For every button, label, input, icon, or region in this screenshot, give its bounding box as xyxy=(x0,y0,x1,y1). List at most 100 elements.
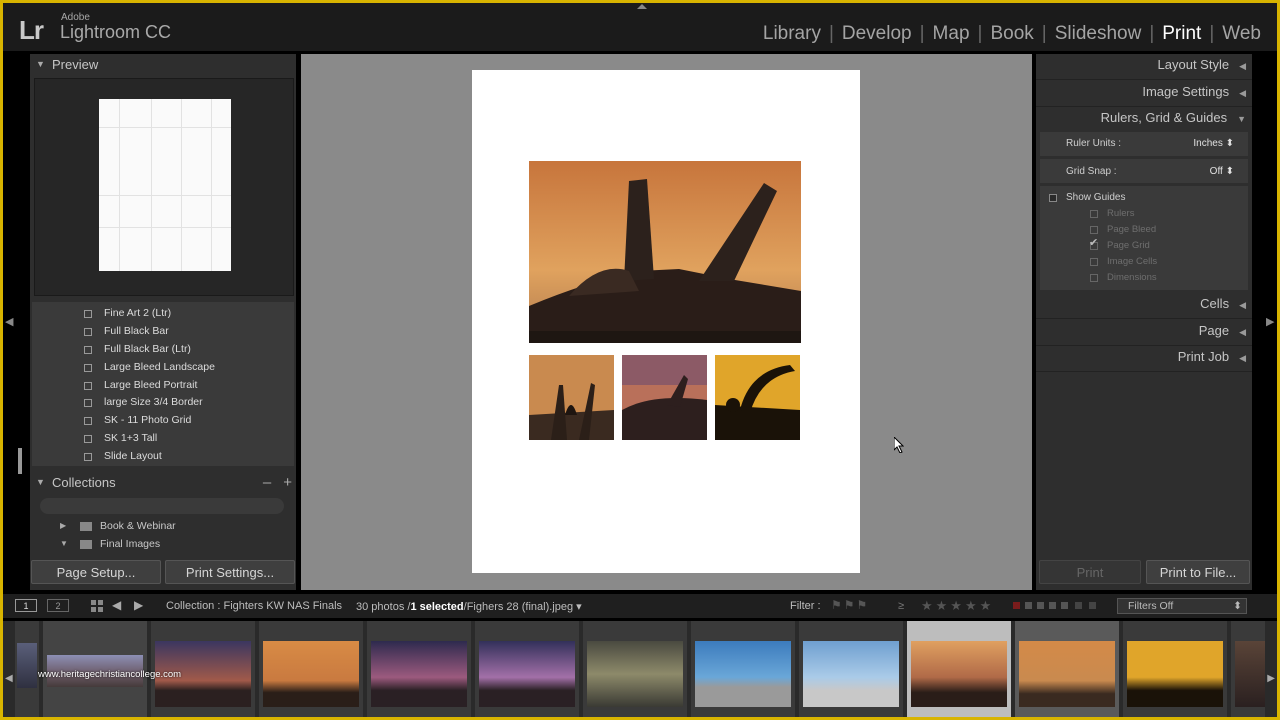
grid-snap-select[interactable]: Off ⬍ xyxy=(1210,166,1234,177)
collections-panel-header[interactable]: ▼ Collections – + xyxy=(30,472,296,494)
expand-triangle-icon: ▼ xyxy=(1237,114,1246,124)
collection-set-icon xyxy=(80,540,92,549)
template-icon xyxy=(84,382,92,390)
filmstrip-cell-selected[interactable] xyxy=(1015,621,1119,717)
module-slideshow[interactable]: Slideshow xyxy=(1047,23,1150,45)
filmstrip-cell[interactable] xyxy=(367,621,471,717)
preview-grid-line xyxy=(119,99,120,271)
page-panel-header[interactable]: Page ◀ xyxy=(1199,323,1246,343)
filter-label: Filter : xyxy=(790,600,821,612)
cells-panel-header[interactable]: Cells ◀ xyxy=(1200,296,1246,316)
right-panel-toggle-icon[interactable]: ▶ xyxy=(1266,315,1274,328)
module-library[interactable]: Library xyxy=(755,23,829,45)
preview-panel-header[interactable]: ▼ Preview xyxy=(30,54,296,76)
add-collection-icon[interactable]: + xyxy=(283,474,292,491)
filmstrip-cell[interactable] xyxy=(15,621,39,717)
filmstrip-cell[interactable] xyxy=(583,621,687,717)
yellow-label-filter[interactable] xyxy=(1025,602,1032,609)
module-book[interactable]: Book xyxy=(982,23,1041,45)
collection-label: Book & Webinar xyxy=(100,520,176,532)
template-label: SK 1+3 Tall xyxy=(104,432,158,444)
page-title: Page xyxy=(1198,323,1230,338)
print-page xyxy=(472,70,860,573)
print-button[interactable]: Print xyxy=(1039,560,1141,584)
module-web[interactable]: Web xyxy=(1214,23,1269,45)
template-icon xyxy=(84,435,92,443)
previous-arrow-icon[interactable]: ◀ xyxy=(112,598,121,612)
red-label-filter[interactable] xyxy=(1013,602,1020,609)
guide-page-bleed-checkbox[interactable] xyxy=(1090,226,1098,234)
preview-grid-line xyxy=(181,99,182,271)
template-icon xyxy=(84,346,92,354)
filter-preset-select[interactable]: Filters Off ⬍ xyxy=(1117,598,1247,614)
rating-operator[interactable]: ≥ xyxy=(898,600,904,612)
filmstrip-cell[interactable] xyxy=(691,621,795,717)
main-photo-cell[interactable] xyxy=(529,161,801,343)
filmstrip-cell[interactable] xyxy=(1123,621,1227,717)
page-setup-button[interactable]: Page Setup... xyxy=(31,560,161,584)
collection-set-icon xyxy=(80,522,92,531)
expand-triangle-icon[interactable]: ▶ xyxy=(60,521,66,530)
collapse-triangle-icon[interactable]: ▼ xyxy=(60,539,68,548)
divider xyxy=(1036,106,1252,107)
filmstrip-toolbar: 1 2 ◀ ▶ Collection : Fighters KW NAS Fin… xyxy=(3,594,1277,618)
filmstrip-scroll-right-icon[interactable]: ▶ xyxy=(1267,673,1275,684)
star-rating-filter-icon[interactable]: ★★★★★ xyxy=(921,598,994,614)
layout-style-panel-header[interactable]: Layout Style ◀ xyxy=(1158,57,1246,77)
guide-rulers-checkbox[interactable] xyxy=(1090,210,1098,218)
print-job-panel-header[interactable]: Print Job ◀ xyxy=(1178,349,1246,369)
remove-collection-icon[interactable]: – xyxy=(263,474,271,491)
show-guides-checkbox[interactable] xyxy=(1049,194,1057,202)
divider xyxy=(1036,345,1252,346)
filmstrip-cell[interactable] xyxy=(799,621,903,717)
filmstrip-cell[interactable] xyxy=(475,621,579,717)
flag-filter-icons[interactable]: ⚑⚑⚑ xyxy=(831,598,869,612)
app-name: Lightroom CC xyxy=(60,22,172,42)
panel-toggle-top-icon[interactable] xyxy=(637,4,647,9)
preview-page-thumbnail xyxy=(99,99,231,271)
main-window-button[interactable]: 1 xyxy=(15,599,37,612)
no-label-filter[interactable] xyxy=(1075,602,1082,609)
guide-image-cells-checkbox[interactable] xyxy=(1090,258,1098,266)
small-photo-cell-3[interactable] xyxy=(715,355,800,440)
selected-count: 1 selected xyxy=(410,601,464,613)
small-photo-cell-2[interactable] xyxy=(622,355,707,440)
filmstrip-cell[interactable] xyxy=(259,621,363,717)
left-panel-scrollbar[interactable] xyxy=(18,448,22,474)
module-map[interactable]: Map xyxy=(925,23,978,45)
print-to-file-button[interactable]: Print to File... xyxy=(1146,560,1250,584)
guide-dimensions-label: Dimensions xyxy=(1107,272,1157,283)
template-label: Slide Layout xyxy=(104,450,162,462)
ruler-units-select[interactable]: Inches ⬍ xyxy=(1193,138,1234,149)
template-browser-list: Fine Art 2 (Ltr) Full Black Bar Full Bla… xyxy=(32,302,294,466)
purple-label-filter[interactable] xyxy=(1061,602,1068,609)
blue-label-filter[interactable] xyxy=(1049,602,1056,609)
filmstrip-cell-active[interactable] xyxy=(907,621,1011,717)
next-arrow-icon[interactable]: ▶ xyxy=(134,598,143,612)
filter-preset-value: Filters Off xyxy=(1128,600,1174,612)
left-panel-toggle-icon[interactable]: ◀ xyxy=(5,315,13,328)
grid-view-icon[interactable] xyxy=(91,600,103,612)
module-develop[interactable]: Develop xyxy=(834,23,920,45)
show-guides-box: Show Guides Rulers Page Bleed ✔ Page Gri… xyxy=(1040,186,1248,290)
rulers-grid-guides-panel-header[interactable]: Rulers, Grid & Guides ▼ xyxy=(1101,110,1246,130)
print-settings-button[interactable]: Print Settings... xyxy=(165,560,295,584)
divider xyxy=(1036,318,1252,319)
rulers-grid-guides-title: Rulers, Grid & Guides xyxy=(1100,110,1228,125)
preview-grid-line xyxy=(211,99,212,271)
guide-dimensions-checkbox[interactable] xyxy=(1090,274,1098,282)
show-guides-label: Show Guides xyxy=(1066,192,1126,203)
filmstrip-scroll-left-icon[interactable]: ◀ xyxy=(5,673,13,684)
layout-style-title: Layout Style xyxy=(1157,57,1230,72)
selection-status: 30 photos /1 selected/Fighers 28 (final)… xyxy=(356,601,582,613)
module-print[interactable]: Print xyxy=(1154,23,1209,45)
image-settings-panel-header[interactable]: Image Settings ◀ xyxy=(1142,84,1246,104)
custom-label-filter[interactable] xyxy=(1089,602,1096,609)
collections-search-input[interactable] xyxy=(40,498,284,514)
secondary-window-button[interactable]: 2 xyxy=(47,599,69,612)
filmstrip-source-label[interactable]: Collection : Fighters KW NAS Finals xyxy=(166,600,342,612)
green-label-filter[interactable] xyxy=(1037,602,1044,609)
template-label: Full Black Bar (Ltr) xyxy=(104,343,191,355)
small-photo-cell-1[interactable] xyxy=(529,355,614,440)
filmstrip-cell[interactable] xyxy=(1231,621,1265,717)
